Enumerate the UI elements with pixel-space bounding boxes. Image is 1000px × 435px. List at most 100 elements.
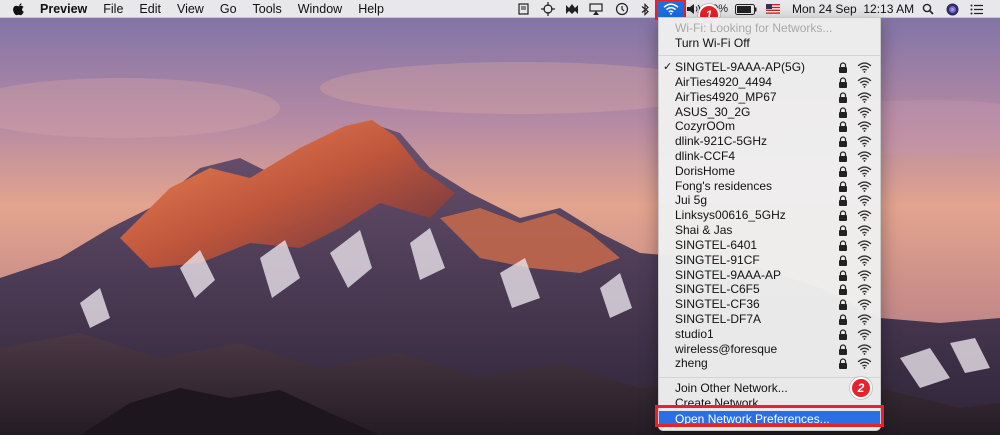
wifi-signal-icon	[857, 151, 872, 162]
lock-icon	[839, 136, 847, 148]
annotation-box-open-network-preferences	[655, 405, 884, 427]
lock-icon	[839, 314, 847, 325]
menu-edit[interactable]: Edit	[139, 2, 161, 16]
wifi-signal-icon	[857, 240, 872, 251]
wifi-signal-icon	[857, 284, 872, 296]
lock-icon	[839, 92, 847, 103]
menu-tools[interactable]: Tools	[253, 2, 282, 16]
network-name: Linksys00616_5GHz	[675, 208, 786, 223]
network-item[interactable]: dlink-921C-5GHz	[659, 134, 880, 149]
network-item[interactable]: ✓ SINGTEL-9AAA-AP(5G)	[659, 60, 880, 75]
network-name: ASUS_30_2G	[675, 104, 751, 119]
menu-bar: Preview File Edit View Go Tools Window H…	[0, 0, 1000, 18]
lock-icon	[839, 358, 847, 370]
spotlight-search-icon[interactable]	[920, 0, 936, 18]
network-item[interactable]: Shai & Jas	[659, 223, 880, 238]
network-item[interactable]: AirTies4920_4494	[659, 75, 880, 90]
network-item[interactable]: SINGTEL-9AAA-AP	[659, 268, 880, 283]
siri-icon[interactable]	[944, 0, 960, 18]
menu-separator	[659, 55, 880, 56]
wifi-status-text: Wi-Fi: Looking for Networks...	[675, 21, 833, 35]
network-name: SINGTEL-C6F5	[675, 282, 760, 297]
lock-icon	[839, 77, 847, 88]
join-other-network-item[interactable]: Join Other Network...	[659, 381, 880, 396]
network-item[interactable]: wireless@foresque	[659, 342, 880, 357]
network-item[interactable]: SINGTEL-DF7A	[659, 312, 880, 327]
network-name: dlink-921C-5GHz	[675, 134, 768, 149]
network-item[interactable]: Fong's residences	[659, 179, 880, 194]
lock-icon	[839, 62, 847, 73]
wifi-signal-icon	[857, 329, 872, 340]
lock-icon	[839, 344, 847, 355]
network-item[interactable]: AirTies4920_MP67	[659, 90, 880, 105]
network-item[interactable]: DorisHome	[659, 164, 880, 179]
menu-go[interactable]: Go	[220, 2, 237, 16]
network-item[interactable]: zheng	[659, 356, 880, 371]
network-name: dlink-CCF4	[675, 148, 736, 163]
apple-logo-icon[interactable]	[12, 2, 26, 16]
network-name: SINGTEL-6401	[675, 237, 758, 252]
network-item[interactable]: SINGTEL-CF36	[659, 297, 880, 312]
wifi-signal-icon	[857, 136, 872, 147]
lock-icon	[839, 225, 847, 236]
network-item[interactable]: SINGTEL-91CF	[659, 253, 880, 268]
network-name: SINGTEL-9AAA-AP	[675, 267, 782, 282]
lock-icon	[839, 121, 847, 133]
lock-icon	[839, 106, 847, 118]
lock-icon	[839, 329, 847, 340]
lock-icon	[839, 181, 847, 192]
lock-icon	[839, 255, 847, 266]
network-name: SINGTEL-9AAA-AP(5G)	[675, 60, 806, 74]
document-status-icon[interactable]	[516, 0, 530, 18]
us-flag-input-icon[interactable]	[764, 0, 782, 18]
lock-icon	[839, 269, 847, 281]
wifi-signal-icon	[857, 255, 872, 266]
crosshair-icon[interactable]	[540, 0, 556, 18]
menu-view[interactable]: View	[177, 2, 204, 16]
network-name: DorisHome	[675, 163, 736, 178]
wifi-signal-icon	[857, 269, 872, 281]
wifi-signal-icon	[857, 210, 872, 222]
wifi-signal-icon	[857, 62, 872, 73]
menu-window[interactable]: Window	[298, 2, 342, 16]
malwarebytes-icon[interactable]	[564, 0, 580, 18]
network-item[interactable]: SINGTEL-C6F5	[659, 282, 880, 297]
airplay-icon[interactable]	[588, 0, 604, 18]
network-name: SINGTEL-DF7A	[675, 311, 762, 326]
menu-file[interactable]: File	[103, 2, 123, 16]
network-item[interactable]: studio1	[659, 327, 880, 342]
wifi-dropdown-menu: Wi-Fi: Looking for Networks... Turn Wi-F…	[658, 17, 881, 431]
network-item[interactable]: Jui 5g	[659, 193, 880, 208]
time-machine-icon[interactable]	[614, 0, 630, 18]
menubar-clock[interactable]: Mon 24 Sep 12:13 AM	[792, 0, 914, 18]
bluetooth-icon[interactable]	[639, 0, 651, 18]
wifi-signal-icon	[857, 92, 872, 103]
wifi-signal-icon	[857, 314, 872, 325]
menu-help[interactable]: Help	[358, 2, 384, 16]
network-name: CozyrOOm	[675, 119, 735, 134]
wifi-signal-icon	[857, 344, 872, 355]
network-name: studio1	[675, 326, 714, 341]
network-item[interactable]: CozyrOOm	[659, 119, 880, 134]
app-menu-preview[interactable]: Preview	[40, 2, 87, 16]
network-item[interactable]: dlink-CCF4	[659, 149, 880, 164]
menu-separator	[659, 377, 880, 378]
battery-icon[interactable]	[734, 0, 758, 18]
lock-icon	[839, 210, 847, 222]
network-name: wireless@foresque	[675, 341, 778, 356]
network-item[interactable]: Linksys00616_5GHz	[659, 208, 880, 223]
network-name: SINGTEL-CF36	[675, 297, 760, 312]
wifi-signal-icon	[857, 106, 872, 118]
network-item[interactable]: SINGTEL-6401	[659, 238, 880, 253]
wifi-signal-icon	[857, 121, 872, 133]
lock-icon	[839, 240, 847, 251]
wifi-signal-icon	[857, 225, 872, 236]
turn-wifi-off-item[interactable]: Turn Wi-Fi Off	[659, 36, 880, 51]
wifi-signal-icon	[857, 195, 872, 207]
network-name: AirTies4920_4494	[675, 74, 772, 89]
network-name: Fong's residences	[675, 178, 773, 193]
wifi-signal-icon	[857, 358, 872, 370]
wifi-signal-icon	[857, 166, 872, 177]
notification-center-icon[interactable]	[968, 0, 984, 18]
network-item[interactable]: ASUS_30_2G	[659, 105, 880, 120]
